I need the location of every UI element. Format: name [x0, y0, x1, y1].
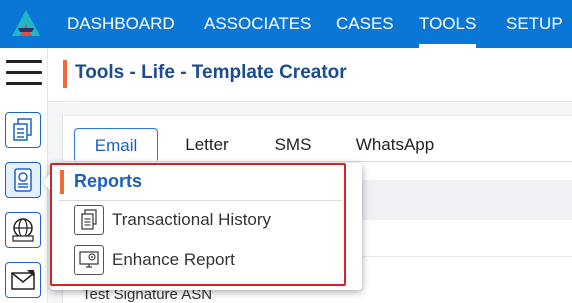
- mail-icon[interactable]: [5, 262, 41, 298]
- app-logo-icon[interactable]: [8, 6, 44, 42]
- top-navigation-bar: DASHBOARD ASSOCIATES CASES TOOLS SETUP: [0, 0, 572, 48]
- documents-icon[interactable]: [5, 112, 41, 148]
- website-icon[interactable]: [5, 212, 41, 248]
- reports-icon[interactable]: [5, 162, 41, 198]
- transactional-history-icon: [74, 205, 104, 235]
- page-title: Tools - Life - Template Creator: [75, 62, 347, 83]
- hamburger-menu-icon[interactable]: [6, 60, 42, 88]
- nav-associates[interactable]: ASSOCIATES: [204, 0, 311, 48]
- menu-item-transactional-history[interactable]: Transactional History: [74, 204, 271, 236]
- menu-item-enhance-report[interactable]: Enhance Report: [74, 244, 235, 276]
- flyout-divider: [59, 200, 342, 201]
- tab-email[interactable]: Email: [74, 128, 158, 161]
- title-accent-bar: [63, 60, 67, 88]
- enhance-report-icon: [74, 245, 104, 275]
- template-tabs: Email Letter SMS WhatsApp: [63, 128, 572, 168]
- flyout-pointer: [42, 174, 50, 190]
- tab-letter[interactable]: Letter: [171, 128, 243, 161]
- nav-tools[interactable]: TOOLS: [419, 0, 477, 48]
- menu-item-label: Enhance Report: [112, 250, 235, 269]
- tab-whatsapp[interactable]: WhatsApp: [345, 128, 445, 161]
- page-header: Tools - Life - Template Creator: [48, 48, 572, 102]
- menu-item-label: Transactional History: [112, 210, 272, 229]
- nav-dashboard[interactable]: DASHBOARD: [67, 0, 175, 48]
- flyout-title: Reports: [74, 171, 143, 191]
- nav-setup[interactable]: SETUP: [506, 0, 563, 48]
- nav-cases[interactable]: CASES: [336, 0, 394, 48]
- flyout-accent-bar: [60, 170, 64, 194]
- reports-flyout-menu: Reports Transactional History Enhance Re: [42, 163, 362, 290]
- left-sidebar: [0, 48, 48, 303]
- tab-sms[interactable]: SMS: [263, 128, 323, 161]
- tab-divider: [63, 161, 572, 162]
